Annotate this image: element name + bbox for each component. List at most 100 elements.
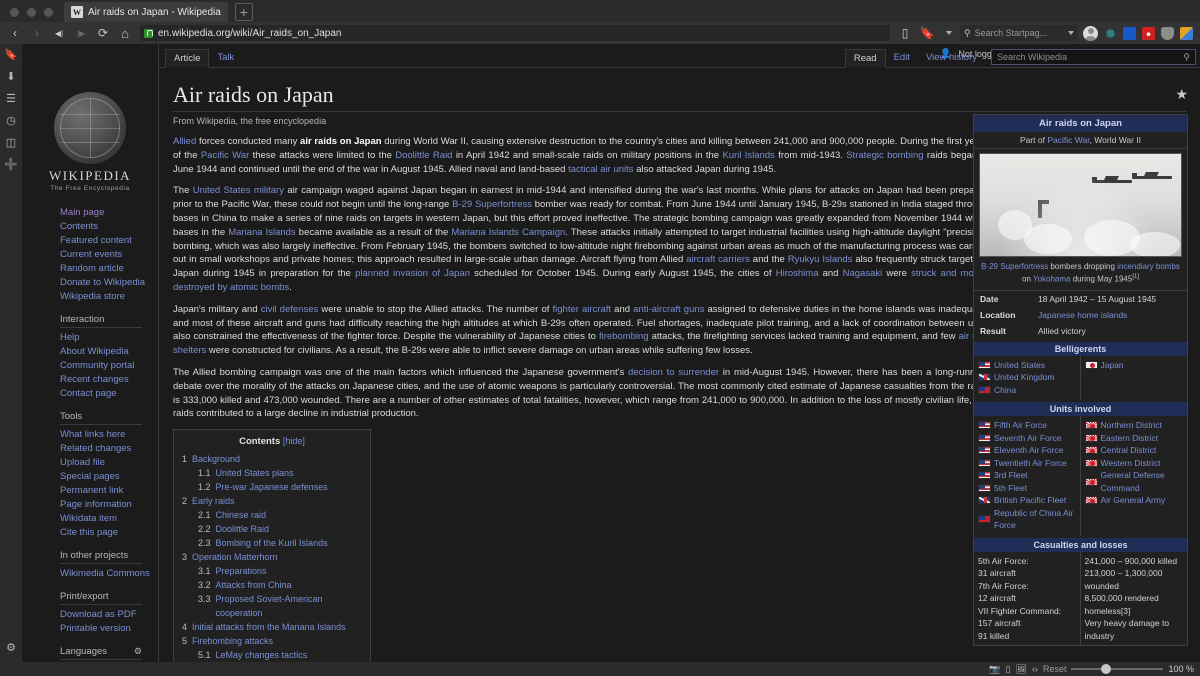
sidebar-item-special-pages[interactable]: Special pages [60, 470, 158, 484]
unit-label[interactable]: 5th Fleet [994, 482, 1027, 495]
article-link[interactable]: United States military [193, 185, 284, 196]
toc-entry[interactable]: 5Firebombing attacks [182, 634, 362, 648]
sidebar-item-related-changes[interactable]: Related changes [60, 442, 158, 456]
sidebar-item-donate-to-wikipedia[interactable]: Donate to Wikipedia [60, 276, 158, 290]
toc-entry[interactable]: 2Early raids [182, 494, 362, 508]
extension-shield-icon[interactable] [1142, 27, 1155, 40]
extension-pocket-icon[interactable] [1161, 27, 1174, 40]
unit-label[interactable]: General Defense Command [1101, 469, 1184, 494]
toc-hide-button[interactable]: [hide] [283, 436, 305, 446]
previous-page-icon[interactable]: ◀| [48, 23, 70, 43]
tab-article[interactable]: Article [165, 49, 209, 68]
article-link[interactable]: Hiroshima [776, 268, 819, 279]
sidebar-rail-icon[interactable]: ◫ [6, 138, 16, 149]
article-link[interactable]: Kuril Islands [722, 150, 774, 161]
article-link[interactable]: Mariana Islands Campaign [451, 227, 565, 238]
sidebar-item-help[interactable]: Help [60, 331, 158, 345]
infobox-row-link[interactable]: Japanese home islands [1038, 310, 1127, 320]
unit-label[interactable]: Republic of China Air Force [994, 507, 1076, 532]
article-link[interactable]: planned invasion of Japan [355, 268, 470, 279]
wikipedia-logo[interactable]: WIKIPEDIA The Free Encyclopedia [40, 92, 140, 192]
library-rail-icon[interactable]: ☰ [6, 94, 16, 105]
code-icon[interactable]: ‹› [1032, 664, 1038, 674]
sidebar-item-upload-file[interactable]: Upload file [60, 456, 158, 470]
sidebar-item-main-page[interactable]: Main page [60, 206, 158, 220]
window-icon[interactable]: ▯ [1006, 664, 1011, 675]
unit-label[interactable]: 3rd Fleet [994, 469, 1028, 482]
downloads-rail-icon[interactable]: ⬇ [6, 72, 15, 83]
home-icon[interactable]: ⌂ [114, 23, 136, 43]
unit-label[interactable]: Central District [1101, 444, 1157, 457]
sidebar-item-recent-changes[interactable]: Recent changes [60, 373, 158, 387]
tab-edit[interactable]: Edit [886, 49, 918, 67]
forward-icon[interactable]: › [26, 23, 48, 43]
toc-entry[interactable]: 1.1United States plans [182, 466, 362, 480]
next-page-icon[interactable]: |▶ [70, 23, 92, 43]
belligerent-label[interactable]: United States [994, 359, 1045, 372]
camera-icon[interactable]: 📷 [989, 664, 1000, 675]
unit-label[interactable]: Northern District [1101, 419, 1162, 432]
toc-entry[interactable]: 3.1Preparations [182, 564, 362, 578]
toc-entry[interactable]: 1Background [182, 452, 362, 466]
article-link[interactable]: air raid shelters [173, 331, 988, 356]
reload-icon[interactable]: ⟳ [92, 23, 114, 43]
tab-talk[interactable]: Talk [209, 49, 242, 67]
unit-label[interactable]: British Pacific Fleet [994, 494, 1066, 507]
zoom-reset-button[interactable]: Reset [1043, 664, 1067, 674]
unit-label[interactable]: Air General Army [1101, 494, 1166, 507]
settings-rail-icon[interactable]: ⚙ [6, 643, 16, 654]
article-link[interactable]: anti-aircraft guns [633, 304, 704, 315]
unit-label[interactable]: Western District [1101, 457, 1161, 470]
window-minimize-button[interactable] [27, 8, 36, 17]
watch-star-icon[interactable]: ★ [1175, 86, 1188, 103]
article-link[interactable]: fighter aircraft [553, 304, 612, 315]
image-icon[interactable]: 🖼 [1016, 664, 1027, 675]
infobox-image[interactable] [979, 153, 1182, 257]
unit-label[interactable]: Seventh Air Force [994, 432, 1062, 445]
sidebar-item-random-article[interactable]: Random article [60, 262, 158, 276]
history-rail-icon[interactable]: ◷ [6, 116, 16, 127]
caption-link[interactable]: Yokohama [1033, 275, 1071, 284]
article-link[interactable]: Strategic bombing [846, 150, 923, 161]
toc-entry[interactable]: 2.3Bombing of the Kuril Islands [182, 536, 362, 550]
wikipedia-search-input[interactable]: Search Wikipedia ⚲ [991, 49, 1196, 65]
tab-read[interactable]: Read [845, 49, 886, 68]
sidebar-item-page-information[interactable]: Page information [60, 498, 158, 512]
article-link[interactable]: Mariana Islands [228, 227, 296, 238]
article-link[interactable]: Nagasaki [843, 268, 883, 279]
article-link[interactable]: Allied [173, 136, 196, 147]
window-close-button[interactable] [10, 8, 19, 17]
profile-avatar[interactable] [1083, 26, 1098, 41]
toc-entry[interactable]: 2.1Chinese raid [182, 508, 362, 522]
toc-entry[interactable]: 2.2Doolittle Raid [182, 522, 362, 536]
sidebar-item-permanent-link[interactable]: Permanent link [60, 484, 158, 498]
toc-entry[interactable]: 3.2Attacks from China [182, 578, 362, 592]
sidebar-item-wikidata-item[interactable]: Wikidata item [60, 512, 158, 526]
unit-label[interactable]: Fifth Air Force [994, 419, 1047, 432]
back-icon[interactable]: ‹ [4, 23, 26, 43]
belligerent-label[interactable]: China [994, 384, 1016, 397]
sidebar-item-cite-this-page[interactable]: Cite this page [60, 526, 158, 540]
toc-entry[interactable]: 3.3Proposed Soviet-American cooperation [182, 592, 362, 620]
sidebar-item-what-links-here[interactable]: What links here [60, 428, 158, 442]
window-maximize-button[interactable] [44, 8, 53, 17]
article-link[interactable]: firebombing [599, 331, 649, 342]
add-rail-icon[interactable]: ➕ [4, 160, 18, 171]
tab-view-history[interactable]: View history [918, 49, 985, 67]
sidebar-item-featured-content[interactable]: Featured content [60, 234, 158, 248]
article-link[interactable]: aircraft carriers [686, 254, 750, 265]
sidebar-item-contact-page[interactable]: Contact page [60, 387, 158, 401]
sidebar-item-current-events[interactable]: Current events [60, 248, 158, 262]
unit-label[interactable]: Eleventh Air Force [994, 444, 1063, 457]
gear-icon[interactable]: ⚙ [134, 646, 142, 657]
article-link[interactable]: Ryukyu Islands [788, 254, 853, 265]
address-bar[interactable]: en.wikipedia.org/wiki/Air_raids_on_Japan [140, 25, 890, 41]
toc-entry[interactable]: 1.2Pre-war Japanese defenses [182, 480, 362, 494]
article-link[interactable]: civil defenses [261, 304, 319, 315]
extension-menu-icon[interactable] [1180, 27, 1193, 40]
bookmark-icon[interactable]: 🔖 [916, 23, 938, 43]
unit-label[interactable]: Eastern District [1101, 432, 1159, 445]
search-icon[interactable]: ⚲ [1183, 52, 1190, 63]
belligerent-label[interactable]: Japan [1101, 359, 1124, 372]
toc-entry[interactable]: 3Operation Matterhorn [182, 550, 362, 564]
